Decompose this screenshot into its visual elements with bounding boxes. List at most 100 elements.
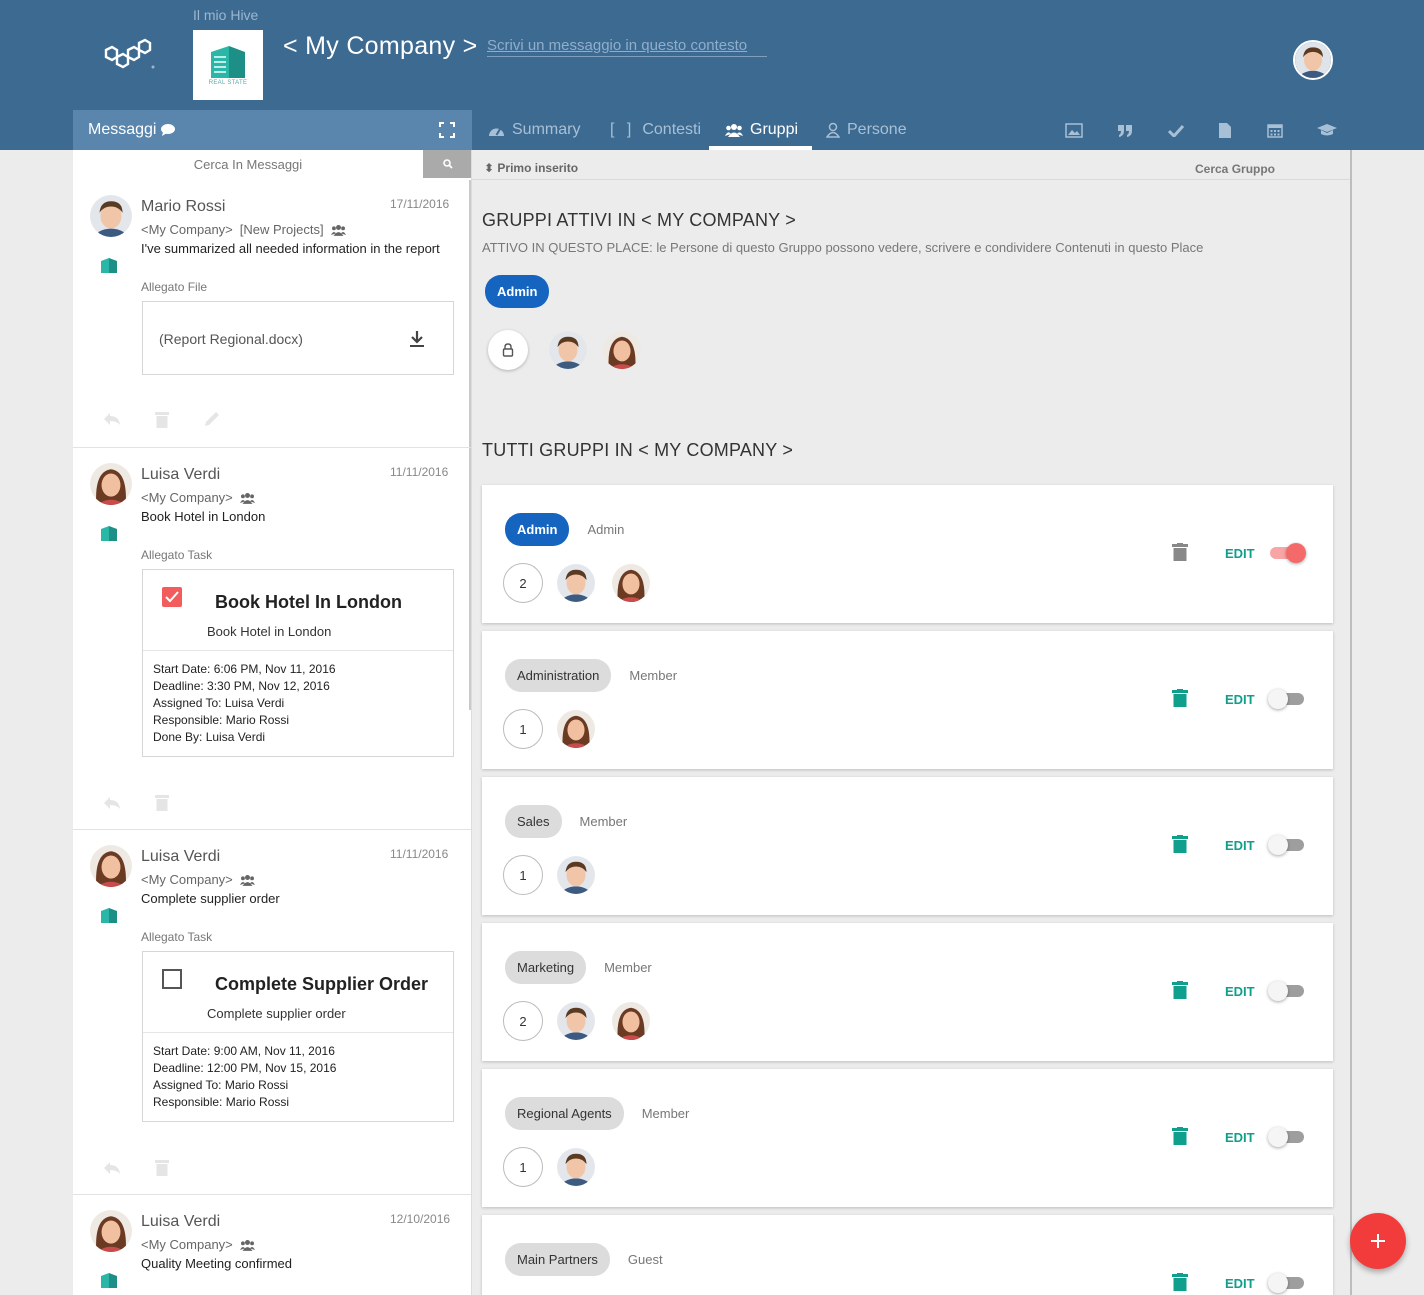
group-chip[interactable]: Administration [505,659,612,692]
messages-search-input[interactable] [73,150,423,178]
trash-icon[interactable] [1172,543,1188,561]
edit-button[interactable]: EDIT [1225,546,1255,561]
task-done-by: Done By: Luisa Verdi [153,730,266,744]
edit-button[interactable]: EDIT [1225,692,1255,707]
person-icon [826,122,840,138]
lock-button[interactable] [488,330,528,370]
task-checkbox-icon[interactable] [162,969,182,989]
file-name[interactable]: (Report Regional.docx) [159,331,303,347]
avatar[interactable] [90,463,132,505]
group-chip[interactable]: Regional Agents [505,1097,624,1130]
message-author[interactable]: Luisa Verdi [141,848,220,866]
group-chip[interactable]: Sales [505,805,562,838]
group-toggle[interactable] [1268,981,1304,1001]
trash-icon[interactable] [1172,689,1188,707]
trash-icon[interactable] [1172,981,1188,999]
group-toggle[interactable] [1270,543,1306,563]
tab-persone[interactable]: Persone [826,110,907,150]
edit-button[interactable]: EDIT [1225,838,1255,853]
member-avatar[interactable] [557,710,595,748]
task-title[interactable]: Book Hotel In London [215,592,402,613]
group-toggle[interactable] [1268,835,1304,855]
member-avatar[interactable] [557,564,595,602]
delete-icon[interactable] [155,794,169,811]
tab-summary[interactable]: Summary [488,110,580,150]
project-name[interactable]: [New Projects] [240,222,324,237]
sort-control[interactable]: ⬍ Primo inserito [484,161,578,175]
group-card: Administration Member 1 EDIT [482,631,1333,769]
group-toggle[interactable] [1268,1127,1304,1147]
task-title[interactable]: Complete Supplier Order [215,974,428,995]
edit-button[interactable]: EDIT [1225,1130,1255,1145]
context-name[interactable]: <My Company> [141,490,233,505]
add-button[interactable] [1350,1213,1406,1269]
edit-button[interactable]: EDIT [1225,984,1255,999]
file-attachment[interactable]: (Report Regional.docx) [142,301,454,375]
messages-search-button[interactable] [423,150,471,178]
avatar[interactable] [90,1210,132,1252]
context-name[interactable]: <My Company> [141,872,233,887]
message-author[interactable]: Luisa Verdi [141,466,220,484]
trash-icon[interactable] [1172,835,1188,853]
message-body: Book Hotel in London [141,509,266,524]
group-toggle[interactable] [1268,689,1304,709]
member-avatar[interactable] [557,1148,595,1186]
active-group-chip[interactable]: Admin [485,275,550,308]
member-count: 2 [503,563,543,603]
member-avatar[interactable] [612,564,650,602]
download-icon[interactable] [409,330,425,348]
sort-icon: ⬍ [484,161,495,175]
group-chip[interactable]: Marketing [505,951,587,984]
tab-gruppi[interactable]: Gruppi [725,110,798,150]
message-date: 17/11/2016 [390,197,450,211]
message-input[interactable] [487,35,767,57]
avatar[interactable] [90,845,132,887]
context-name[interactable]: <My Company> [141,1237,233,1252]
reply-icon[interactable] [103,796,121,810]
document-icon[interactable] [1215,120,1235,140]
task-attachment[interactable]: Book Hotel In London Book Hotel in Londo… [142,569,454,757]
reply-icon[interactable] [103,1161,121,1175]
calendar-icon[interactable] [1265,120,1285,140]
sort-label: Primo inserito [497,161,579,175]
tab-contesti[interactable]: [ ] Contesti [610,110,701,150]
reply-icon[interactable] [103,412,121,426]
member-avatar[interactable] [612,1002,650,1040]
hive-logo-icon[interactable] [98,38,158,74]
avatar[interactable] [90,195,132,237]
edit-icon[interactable] [203,410,221,428]
context-name[interactable]: <My Company> [141,222,233,237]
company-mini-logo-icon [101,258,117,273]
expand-icon[interactable] [439,122,455,138]
trash-icon[interactable] [1172,1127,1188,1145]
message-author[interactable]: Luisa Verdi [141,1213,220,1231]
group-toggle[interactable] [1268,1273,1304,1293]
member-avatar[interactable] [557,1002,595,1040]
group-card: Marketing Member 2 EDIT [482,923,1333,1061]
search-group[interactable]: Cerca Gruppo [1195,162,1275,176]
message-date: 12/10/2016 [390,1212,451,1226]
group-role: Admin [587,522,625,537]
member-avatar[interactable] [549,331,587,369]
company-logo[interactable]: REAL STATE [193,30,263,100]
graduation-cap-icon[interactable] [1317,120,1337,140]
task-attachment[interactable]: Complete Supplier Order Complete supplie… [142,951,454,1122]
edit-button[interactable]: EDIT [1225,1276,1255,1291]
delete-icon[interactable] [155,1159,169,1176]
member-avatar[interactable] [603,331,641,369]
attachment-label: Allegato Task [141,548,213,562]
delete-icon[interactable] [155,411,169,428]
quote-icon[interactable] [1115,120,1135,140]
user-avatar[interactable] [1293,40,1333,80]
task-assigned: Assigned To: Luisa Verdi [153,696,285,710]
member-avatar[interactable] [557,856,595,894]
task-start-date: Start Date: 9:00 AM, Nov 11, 2016 [153,1044,335,1058]
group-role: Member [579,814,628,829]
check-icon[interactable] [1166,120,1186,140]
group-chip[interactable]: Admin [505,513,570,546]
group-chip[interactable]: Main Partners [505,1243,610,1276]
message-author[interactable]: Mario Rossi [141,198,225,216]
trash-icon[interactable] [1172,1273,1188,1291]
task-checkbox-checked-icon[interactable] [162,587,182,607]
image-icon[interactable] [1064,120,1084,140]
